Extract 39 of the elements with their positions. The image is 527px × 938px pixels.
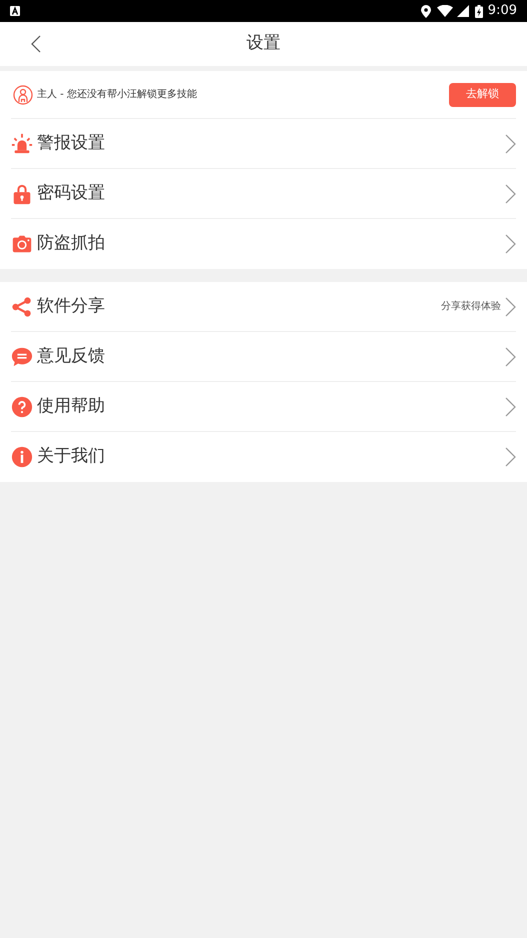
settings-row[interactable]: 防盗抓拍 <box>11 219 516 269</box>
settings-row[interactable]: 密码设置 <box>11 169 516 219</box>
app-notification-icon <box>10 6 20 16</box>
settings-row[interactable]: 警报设置 <box>11 119 516 169</box>
signal-icon <box>456 5 469 17</box>
location-icon <box>420 4 431 18</box>
chevron-right-icon <box>504 296 516 316</box>
chevron-right-icon <box>504 184 516 204</box>
wifi-icon <box>436 5 453 17</box>
row-label: 软件分享 <box>37 294 106 318</box>
camera-icon <box>11 233 33 255</box>
info-icon <box>11 446 33 468</box>
page-title: 设置 <box>246 32 280 56</box>
row-label: 使用帮助 <box>37 394 106 418</box>
chevron-right-icon <box>504 134 516 154</box>
chevron-right-icon <box>504 447 516 467</box>
row-label: 密码设置 <box>37 182 106 205</box>
row-label: 警报设置 <box>37 132 106 155</box>
row-label: 防盗抓拍 <box>37 232 106 256</box>
row-label: 关于我们 <box>37 445 106 468</box>
settings-row[interactable]: 意见反馈 <box>11 332 516 382</box>
battery-icon <box>474 4 483 18</box>
unlock-prompt: 主人 - 您还没有帮小汪解锁更多技能 <box>37 88 198 102</box>
settings-row[interactable]: 关于我们 <box>11 432 516 482</box>
share-icon <box>11 296 33 318</box>
row-label: 意见反馈 <box>37 344 106 368</box>
lock-icon <box>11 182 33 204</box>
chevron-right-icon <box>504 234 516 254</box>
siren-icon <box>11 132 33 154</box>
row-note: 分享获得体验 <box>441 300 501 314</box>
user-icon <box>13 84 33 104</box>
chevron-right-icon <box>504 396 516 416</box>
back-icon <box>31 35 41 53</box>
settings-row[interactable]: 使用帮助 <box>11 382 516 432</box>
help-icon <box>11 396 33 418</box>
settings-row[interactable]: 软件分享 分享获得体验 <box>11 282 516 332</box>
status-time: 9:09 <box>488 2 517 20</box>
chevron-right-icon <box>504 346 516 366</box>
chat-icon <box>11 346 33 368</box>
